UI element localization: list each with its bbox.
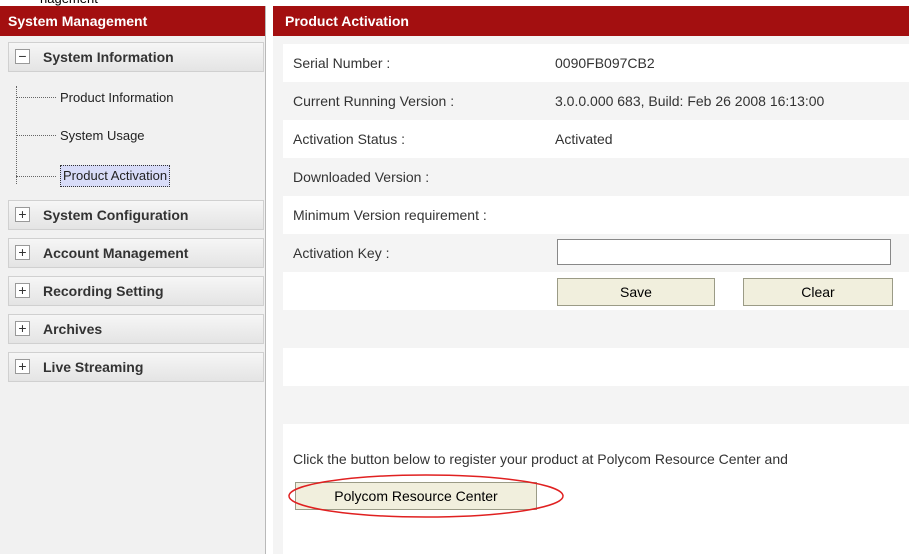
spacer-row xyxy=(283,386,909,424)
minimum-version-row: Minimum Version requirement : xyxy=(283,196,909,234)
serial-number-value: 0090FB097CB2 xyxy=(555,55,655,71)
sidebar-group-label: Account Management xyxy=(43,245,189,261)
sidebar-item-system-usage[interactable]: System Usage xyxy=(60,124,145,148)
activation-key-row: Activation Key : xyxy=(283,234,909,272)
expand-icon[interactable]: + xyxy=(15,245,30,260)
sidebar-group-archives[interactable]: + Archives xyxy=(8,314,264,344)
field-label: Current Running Version : xyxy=(293,93,455,109)
sidebar-group-label: System Configuration xyxy=(43,207,189,223)
spacer-row xyxy=(283,310,909,348)
sidebar-group-label: Recording Setting xyxy=(43,283,164,299)
sidebar-group-live-streaming[interactable]: + Live Streaming xyxy=(8,352,264,382)
expand-icon[interactable]: + xyxy=(15,359,30,374)
save-button[interactable]: Save xyxy=(557,278,715,306)
sidebar-group-label: System Information xyxy=(43,49,174,65)
polycom-resource-center-button[interactable]: Polycom Resource Center xyxy=(295,482,537,510)
expand-icon[interactable]: + xyxy=(15,207,30,222)
current-version-value: 3.0.0.000 683, Build: Feb 26 2008 16:13:… xyxy=(555,93,825,109)
field-label: Downloaded Version : xyxy=(293,169,430,185)
sidebar-item-product-activation[interactable]: Product Activation xyxy=(60,165,171,187)
register-instructions: Click the button below to register your … xyxy=(293,451,788,467)
spacer-row xyxy=(283,348,909,386)
expand-icon[interactable]: + xyxy=(15,321,30,336)
field-label: Serial Number : xyxy=(293,55,391,71)
panel-header: Product Activation xyxy=(273,6,909,36)
activation-status-value: Activated xyxy=(555,131,613,147)
tree-branch xyxy=(16,97,56,98)
downloaded-version-row: Downloaded Version : xyxy=(283,158,909,196)
tree-branch xyxy=(16,135,56,136)
tree-branch xyxy=(16,176,56,177)
sidebar-item-product-information[interactable]: Product Information xyxy=(60,86,173,110)
field-label: Minimum Version requirement : xyxy=(293,207,487,223)
sidebar: System Management − System Information P… xyxy=(0,6,266,554)
sidebar-group-label: Archives xyxy=(43,321,103,337)
field-label: Activation Key : xyxy=(293,245,390,261)
collapse-icon[interactable]: − xyxy=(15,49,30,64)
sidebar-group-system-information[interactable]: − System Information xyxy=(8,42,264,72)
sidebar-header: System Management xyxy=(0,6,265,36)
current-version-row: Current Running Version : 3.0.0.000 683,… xyxy=(283,82,909,120)
sidebar-group-system-configuration[interactable]: + System Configuration xyxy=(8,200,264,230)
button-row: Save Clear xyxy=(283,272,909,310)
serial-number-row: Serial Number : 0090FB097CB2 xyxy=(283,44,909,82)
sidebar-group-account-management[interactable]: + Account Management xyxy=(8,238,264,268)
expand-icon[interactable]: + xyxy=(15,283,30,298)
activation-key-input[interactable] xyxy=(557,239,891,265)
clear-button[interactable]: Clear xyxy=(743,278,893,306)
sidebar-group-label: Live Streaming xyxy=(43,359,144,375)
main-content: Serial Number : 0090FB097CB2 Current Run… xyxy=(283,44,909,554)
field-label: Activation Status : xyxy=(293,131,406,147)
main-frame: Serial Number : 0090FB097CB2 Current Run… xyxy=(273,36,909,554)
activation-status-row: Activation Status : Activated xyxy=(283,120,909,158)
sidebar-group-recording-setting[interactable]: + Recording Setting xyxy=(8,276,264,306)
